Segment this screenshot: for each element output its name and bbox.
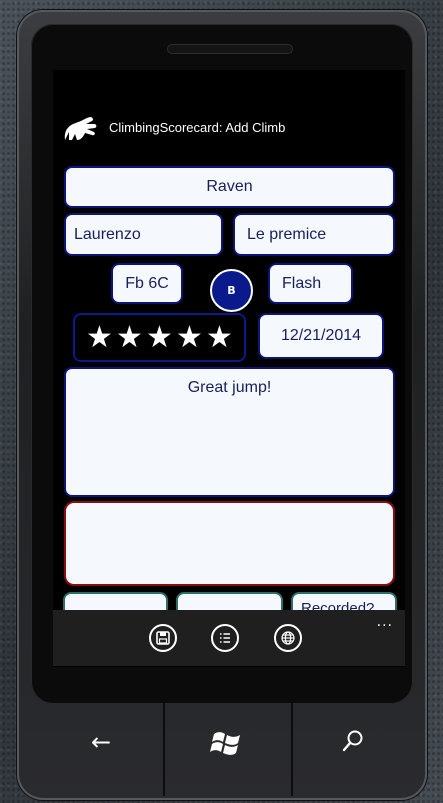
rating-stars[interactable]: ★ ★ ★ ★ ★	[73, 313, 246, 362]
back-icon[interactable]: ←	[91, 728, 111, 756]
grade-selector[interactable]: Fb 6C	[111, 263, 183, 304]
star-icon[interactable]: ★	[175, 322, 205, 353]
date-picker[interactable]: 12/21/2014	[258, 313, 384, 359]
title-bar: ClimbingScorecard: Add Climb	[61, 112, 285, 142]
star-icon[interactable]: ★	[85, 322, 115, 353]
phone-screen: ClimbingScorecard: Add Climb Raven Laure…	[53, 70, 405, 667]
save-icon[interactable]	[149, 624, 177, 652]
climber-field[interactable]: Laurenzo	[64, 213, 223, 256]
earpiece-speaker	[167, 44, 293, 54]
route-name-field[interactable]: Raven	[64, 166, 395, 208]
phone-frame: ClimbingScorecard: Add Climb Raven Laure…	[17, 10, 427, 800]
grade-badge[interactable]: B	[210, 269, 253, 312]
star-icon[interactable]: ★	[205, 322, 235, 353]
star-icon[interactable]: ★	[115, 322, 145, 353]
comment-field[interactable]: Great jump!	[64, 367, 395, 497]
list-icon[interactable]	[211, 624, 239, 652]
more-options-button[interactable]: ...	[377, 614, 393, 630]
windows-start-icon[interactable]	[209, 728, 245, 758]
notes-field[interactable]	[64, 501, 395, 586]
globe-icon[interactable]	[274, 624, 302, 652]
app-title: ClimbingScorecard: Add Climb	[109, 119, 286, 135]
application-bar: ...	[53, 610, 405, 666]
climbing-hand-icon	[64, 117, 97, 140]
hardware-divider	[163, 700, 165, 796]
search-icon[interactable]	[340, 728, 366, 754]
problem-field[interactable]: Le premice	[233, 213, 395, 256]
star-icon[interactable]: ★	[145, 322, 175, 353]
style-selector[interactable]: Flash	[268, 263, 353, 304]
hardware-divider	[291, 700, 293, 796]
